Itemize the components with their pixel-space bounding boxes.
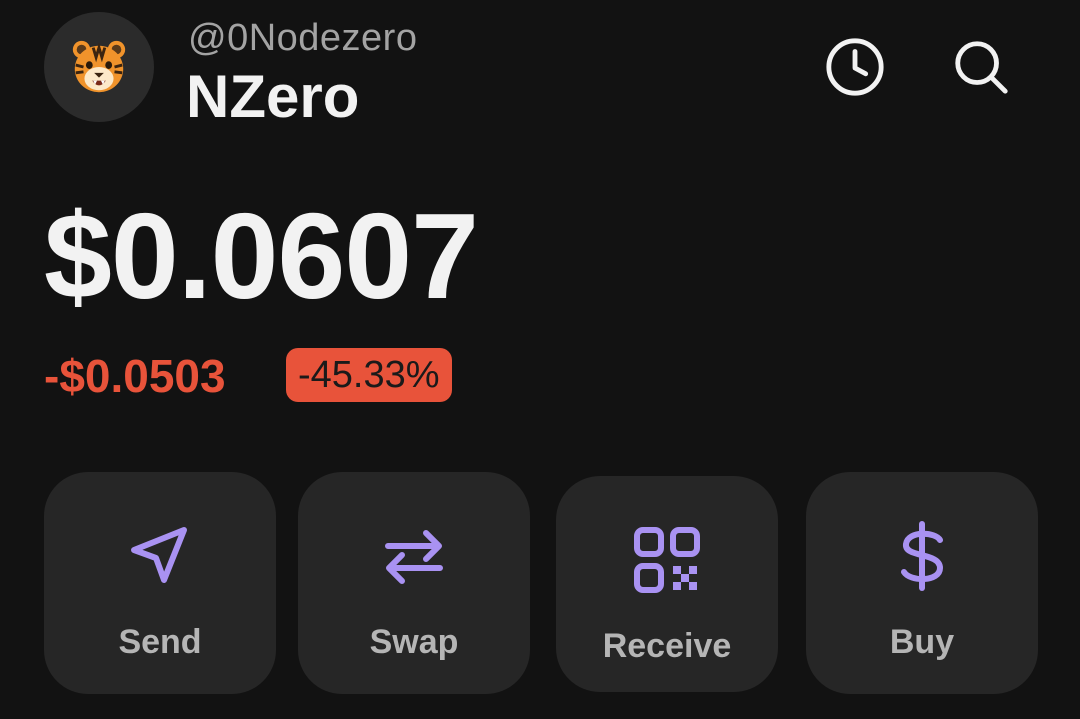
send-label: Send — [118, 623, 202, 661]
buy-label: Buy — [889, 623, 955, 661]
dollar-sign-icon — [886, 520, 958, 592]
receive-label: Receive — [602, 627, 732, 665]
send-button[interactable]: Send — [44, 472, 276, 694]
change-percent-text: -45.33% — [298, 354, 440, 396]
search-button[interactable] — [950, 36, 1012, 98]
buy-button[interactable]: Buy — [806, 472, 1038, 694]
change-percent-badge: -45.33% — [286, 348, 452, 402]
search-icon — [955, 41, 1008, 94]
swap-button[interactable]: Swap — [298, 472, 530, 694]
swap-arrows-icon — [378, 520, 450, 592]
account-handle: @0Nodezero — [188, 17, 418, 59]
clock-icon — [826, 38, 884, 96]
receive-button[interactable]: Receive — [556, 476, 778, 692]
avatar[interactable] — [44, 12, 154, 122]
account-name: NZero — [186, 63, 360, 130]
change-amount: -$0.0503 — [44, 350, 226, 402]
history-button[interactable] — [824, 36, 886, 98]
balance-value: $0.0607 — [44, 188, 479, 324]
send-icon — [124, 520, 196, 592]
tiger-face-icon — [72, 40, 126, 93]
swap-label: Swap — [369, 623, 459, 661]
qr-code-icon — [631, 524, 703, 596]
